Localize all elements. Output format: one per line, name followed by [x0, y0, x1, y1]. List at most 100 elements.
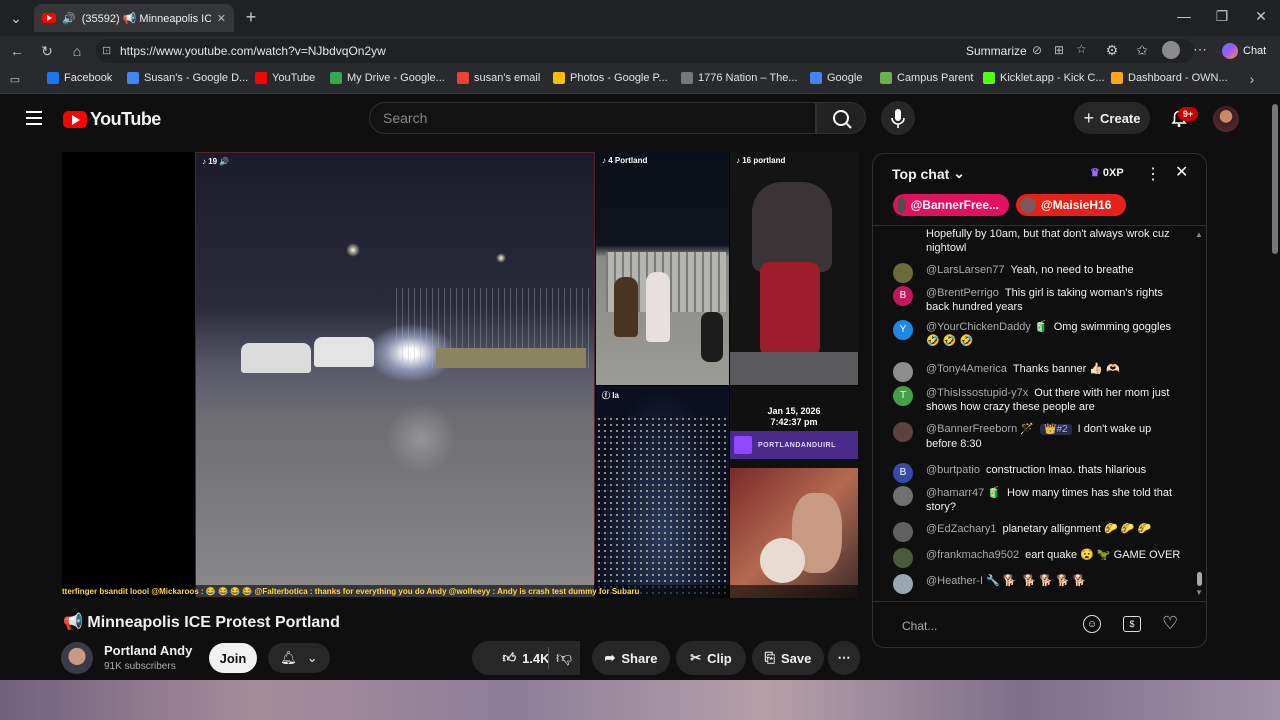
chat-message[interactable]: @LarsLarsen77 Yeah, no need to breathe — [893, 263, 1183, 283]
chat-author-avatar[interactable]: B — [893, 463, 913, 483]
profile-avatar[interactable] — [1162, 41, 1180, 59]
subscribed-bell-button[interactable]: 🔔︎ ⌄ — [268, 643, 330, 673]
clip-button[interactable]: ✂ Clip — [676, 641, 746, 675]
chat-mode-dropdown[interactable]: Top chat ⌄ — [892, 165, 965, 182]
reload-icon[interactable]: ↻ — [38, 42, 56, 60]
create-button[interactable]: + Create — [1074, 102, 1150, 134]
chat-author-name[interactable]: @EdZachary1 — [926, 523, 996, 535]
chat-message[interactable]: @Tony4America Thanks banner 👍🏻 🫶🏻 — [893, 362, 1183, 382]
bookmark-item[interactable]: Photos - Google P... — [553, 72, 668, 84]
restore-window-icon[interactable]: ❐ — [1214, 8, 1230, 24]
audio-playing-icon[interactable]: 🔊 — [62, 12, 76, 25]
close-chat-icon[interactable]: ✕ — [1175, 162, 1188, 182]
bookmark-item[interactable]: YouTube — [255, 72, 315, 84]
xp-badge[interactable]: ♛ 0XP — [1090, 166, 1124, 180]
bookmarks-overflow-chevron-icon[interactable]: › — [1246, 71, 1258, 87]
hamburger-menu-icon[interactable] — [26, 111, 42, 125]
bookmark-item[interactable]: Campus Parent — [880, 72, 973, 84]
page-scrollbar-thumb[interactable] — [1272, 104, 1278, 254]
chat-author-name[interactable]: @frankmacha9502 — [926, 549, 1019, 561]
chat-message[interactable]: @Heather-I 🔧 🐕 🐕 🐕 🐕 🐕 — [893, 574, 1183, 594]
chat-author-name[interactable]: @YourChickenDaddy 🧃 — [926, 321, 1048, 333]
chat-author-name[interactable]: @LarsLarsen77 — [926, 264, 1004, 276]
account-avatar[interactable] — [1213, 106, 1239, 132]
bookmark-item[interactable]: Google — [810, 72, 862, 84]
youtube-logo[interactable]: YouTube — [63, 109, 161, 130]
new-tab-plus-icon[interactable]: + — [242, 7, 260, 27]
chat-input[interactable]: Chat... — [902, 619, 937, 633]
chat-message[interactable]: @hamarr47 🧃 How many times has she told t… — [893, 486, 1183, 514]
chat-author-avatar[interactable]: Y — [893, 320, 913, 340]
chat-author-name[interactable]: @hamarr47 🧃 — [926, 487, 1001, 499]
chat-author-name[interactable]: @BrentPerrigo — [926, 287, 999, 299]
chat-scroll-down-arrow-icon[interactable]: ▼ — [1195, 588, 1203, 597]
chat-message[interactable]: B @burtpatio construction lmao. thats hila… — [893, 463, 1183, 483]
voice-search-button[interactable] — [881, 101, 915, 135]
chat-message[interactable]: @EdZachary1 planetary allignment 🌮 🌮 🌮 — [893, 522, 1183, 542]
pinned-donor-pill[interactable]: @BannerFree... — [893, 194, 1009, 216]
chat-message[interactable]: @frankmacha9502 eart quake 😧 🦖 GAME OVER — [893, 548, 1183, 568]
more-actions-button[interactable]: ⋯ — [828, 641, 860, 675]
chat-author-name[interactable]: @Tony4America — [926, 363, 1007, 375]
bookmark-item[interactable]: Dashboard - OWN... — [1111, 72, 1228, 84]
more-dots-icon[interactable]: ⋯ — [1192, 41, 1208, 57]
chat-author-avatar[interactable] — [893, 263, 913, 283]
copilot-chat-button[interactable]: Chat — [1222, 40, 1266, 62]
chat-author-avatar[interactable] — [893, 362, 913, 382]
extension-icon[interactable]: ⚙ — [1104, 42, 1120, 58]
bookmark-item[interactable]: My Drive - Google... — [330, 72, 445, 84]
super-chat-icon[interactable]: $ — [1123, 616, 1141, 632]
bookmark-item[interactable]: susan's email — [457, 72, 540, 84]
channel-name[interactable]: Portland Andy — [104, 643, 192, 658]
emoji-picker-icon[interactable]: ☺ — [1083, 615, 1101, 633]
chat-author-name[interactable]: @Heather-I 🔧 🐕 — [926, 575, 1017, 587]
chat-author-avatar[interactable] — [893, 422, 913, 442]
search-input[interactable]: Search — [369, 102, 816, 134]
browser-tab-active[interactable]: 🔊 (35592) 📢 Minneapolis ICE Pr ✕ — [34, 4, 234, 32]
heart-reaction-icon[interactable]: ♡ — [1162, 613, 1178, 634]
save-button[interactable]: ⎘ Save — [752, 641, 824, 675]
chat-author-avatar[interactable]: B — [893, 286, 913, 306]
chat-message[interactable]: Hopefully by 10am, but that don't always… — [893, 227, 1183, 255]
site-info-icon[interactable]: ⊡ — [102, 44, 111, 57]
channel-avatar[interactable] — [61, 642, 93, 674]
sidebar-toggle-icon[interactable]: ▭ — [8, 72, 22, 86]
close-window-icon[interactable]: ✕ — [1253, 8, 1269, 24]
translate-icon[interactable]: ⊘ — [1032, 43, 1042, 57]
tab-list-chevron-icon[interactable]: ⌄ — [6, 8, 26, 28]
chat-message[interactable]: T @ThisIssostupid-y7x Out there with her m… — [893, 386, 1183, 414]
search-button[interactable] — [816, 102, 866, 134]
tab-close-icon[interactable]: ✕ — [217, 12, 226, 25]
chat-scrollbar-thumb[interactable] — [1197, 572, 1202, 586]
bookmark-item[interactable]: 1776 Nation – The... — [681, 72, 797, 84]
chat-author-avatar[interactable] — [893, 486, 913, 506]
minimize-window-icon[interactable]: — — [1176, 8, 1192, 24]
chat-message[interactable]: B @BrentPerrigo This girl is taking woman'… — [893, 286, 1183, 314]
chat-scroll-up-arrow-icon[interactable]: ▲ — [1195, 230, 1203, 239]
url-field[interactable]: ⊡ https://www.youtube.com/watch?v=NJbdvq… — [96, 39, 1194, 63]
read-aloud-icon[interactable]: ⊞ — [1054, 43, 1064, 57]
summarize-label[interactable]: Summarize — [966, 44, 1027, 58]
back-arrow-icon[interactable]: ← — [8, 42, 26, 60]
video-player[interactable]: ♪ 19 🔊 ♪ 4 Portland ♪ 16 portland ⓕ la J… — [62, 152, 858, 598]
page-scrollbar-track[interactable] — [1270, 96, 1280, 678]
share-button[interactable]: ➦ Share — [592, 641, 670, 675]
home-icon[interactable]: ⌂ — [68, 42, 86, 60]
favorite-star-icon[interactable]: ☆ — [1076, 42, 1087, 56]
chat-author-name[interactable]: @BannerFreeborn 🪄 — [926, 423, 1034, 435]
chat-author-avatar[interactable] — [893, 548, 913, 568]
chat-more-icon[interactable]: ⋮ — [1145, 164, 1161, 184]
chat-author-avatar[interactable]: T — [893, 386, 913, 406]
chat-message[interactable]: @BannerFreeborn 🪄 👑#2 I don't wake up befo… — [893, 422, 1183, 451]
chat-author-avatar[interactable] — [893, 574, 913, 594]
favorites-icon[interactable]: ✩ — [1134, 42, 1150, 58]
bookmark-item[interactable]: Susan's - Google D... — [127, 72, 248, 84]
pinned-donor-pill[interactable]: @MaisieH16 — [1016, 194, 1126, 216]
chat-author-name[interactable]: @ThisIssostupid-y7x — [926, 387, 1028, 399]
bookmark-item[interactable]: Facebook — [47, 72, 112, 84]
chat-author-avatar[interactable] — [893, 522, 913, 542]
chat-author-name[interactable]: @burtpatio — [926, 464, 980, 476]
join-button[interactable]: Join — [209, 643, 257, 673]
chat-message[interactable]: Y @YourChickenDaddy 🧃 Omg swimming goggles… — [893, 320, 1183, 348]
bookmark-item[interactable]: Kicklet.app - Kick C... — [983, 72, 1105, 84]
